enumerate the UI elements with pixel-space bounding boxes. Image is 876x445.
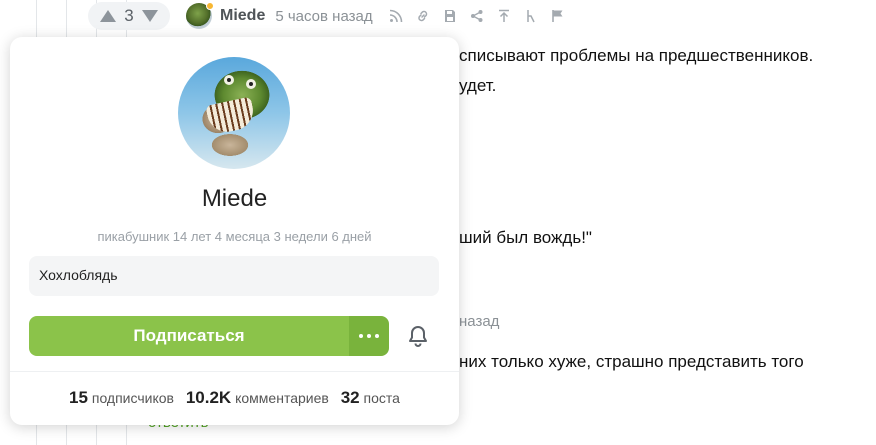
author-avatar[interactable] [186, 2, 214, 29]
profile-stats: 15 подписчиков 10.2K комментариев 32 пос… [10, 388, 459, 408]
stat-label: подписчиков [91, 390, 174, 406]
stat-label: поста [363, 390, 400, 406]
comment-time: назад [459, 313, 500, 330]
stat-subscribers[interactable]: 15 подписчиков [69, 388, 178, 407]
profile-avatar[interactable] [178, 57, 290, 169]
dot [367, 334, 371, 338]
comment-text-line: них только хуже, страшно представить тог… [459, 352, 804, 371]
stat-posts[interactable]: 32 поста [340, 388, 400, 407]
comment-actions [387, 7, 567, 25]
bell-icon[interactable] [406, 324, 430, 348]
stat-value: 10.2K [185, 388, 232, 407]
link-icon[interactable] [414, 7, 432, 25]
comment-time[interactable]: 5 часов назад [275, 8, 372, 25]
rss-icon[interactable] [387, 7, 405, 25]
stat-value: 15 [69, 388, 88, 407]
comment-text-line: списывают проблемы на предшественников. [459, 46, 814, 65]
upload-icon[interactable] [495, 7, 513, 25]
share-icon[interactable] [468, 7, 486, 25]
avatar-teeth [205, 96, 257, 136]
online-indicator [206, 2, 214, 10]
more-dots-icon[interactable] [349, 316, 389, 356]
stat-comments[interactable]: 10.2K комментариев [185, 388, 333, 407]
comment-text-line: ший был вождь!" [459, 228, 592, 247]
avatar-eye [246, 79, 256, 89]
divider [10, 371, 459, 372]
branch-icon[interactable] [522, 7, 540, 25]
stat-value: 32 [340, 388, 360, 407]
dot [359, 334, 363, 338]
avatar-eye [224, 75, 234, 85]
vote-box: 3 [88, 2, 170, 30]
profile-name[interactable]: Miede [10, 185, 459, 213]
profile-card: Miede пикабушник 14 лет 4 месяца 3 недел… [10, 37, 459, 425]
stat-label: комментариев [235, 390, 329, 406]
save-icon[interactable] [441, 7, 459, 25]
vote-count: 3 [124, 6, 134, 25]
profile-note[interactable]: Хохлоблядь [29, 256, 439, 296]
subscribe-button[interactable]: Подписаться [29, 316, 349, 356]
comment-header: 3 Miede 5 часов назад [88, 2, 567, 30]
upvote-icon[interactable] [100, 10, 116, 22]
downvote-icon[interactable] [142, 10, 158, 22]
dot [375, 334, 379, 338]
comment-text-line: удет. [459, 76, 497, 95]
author-name[interactable]: Miede [220, 7, 265, 25]
profile-meta: пикабушник 14 лет 4 месяца 3 недели 6 дн… [97, 229, 372, 244]
flag-icon[interactable] [549, 7, 567, 25]
